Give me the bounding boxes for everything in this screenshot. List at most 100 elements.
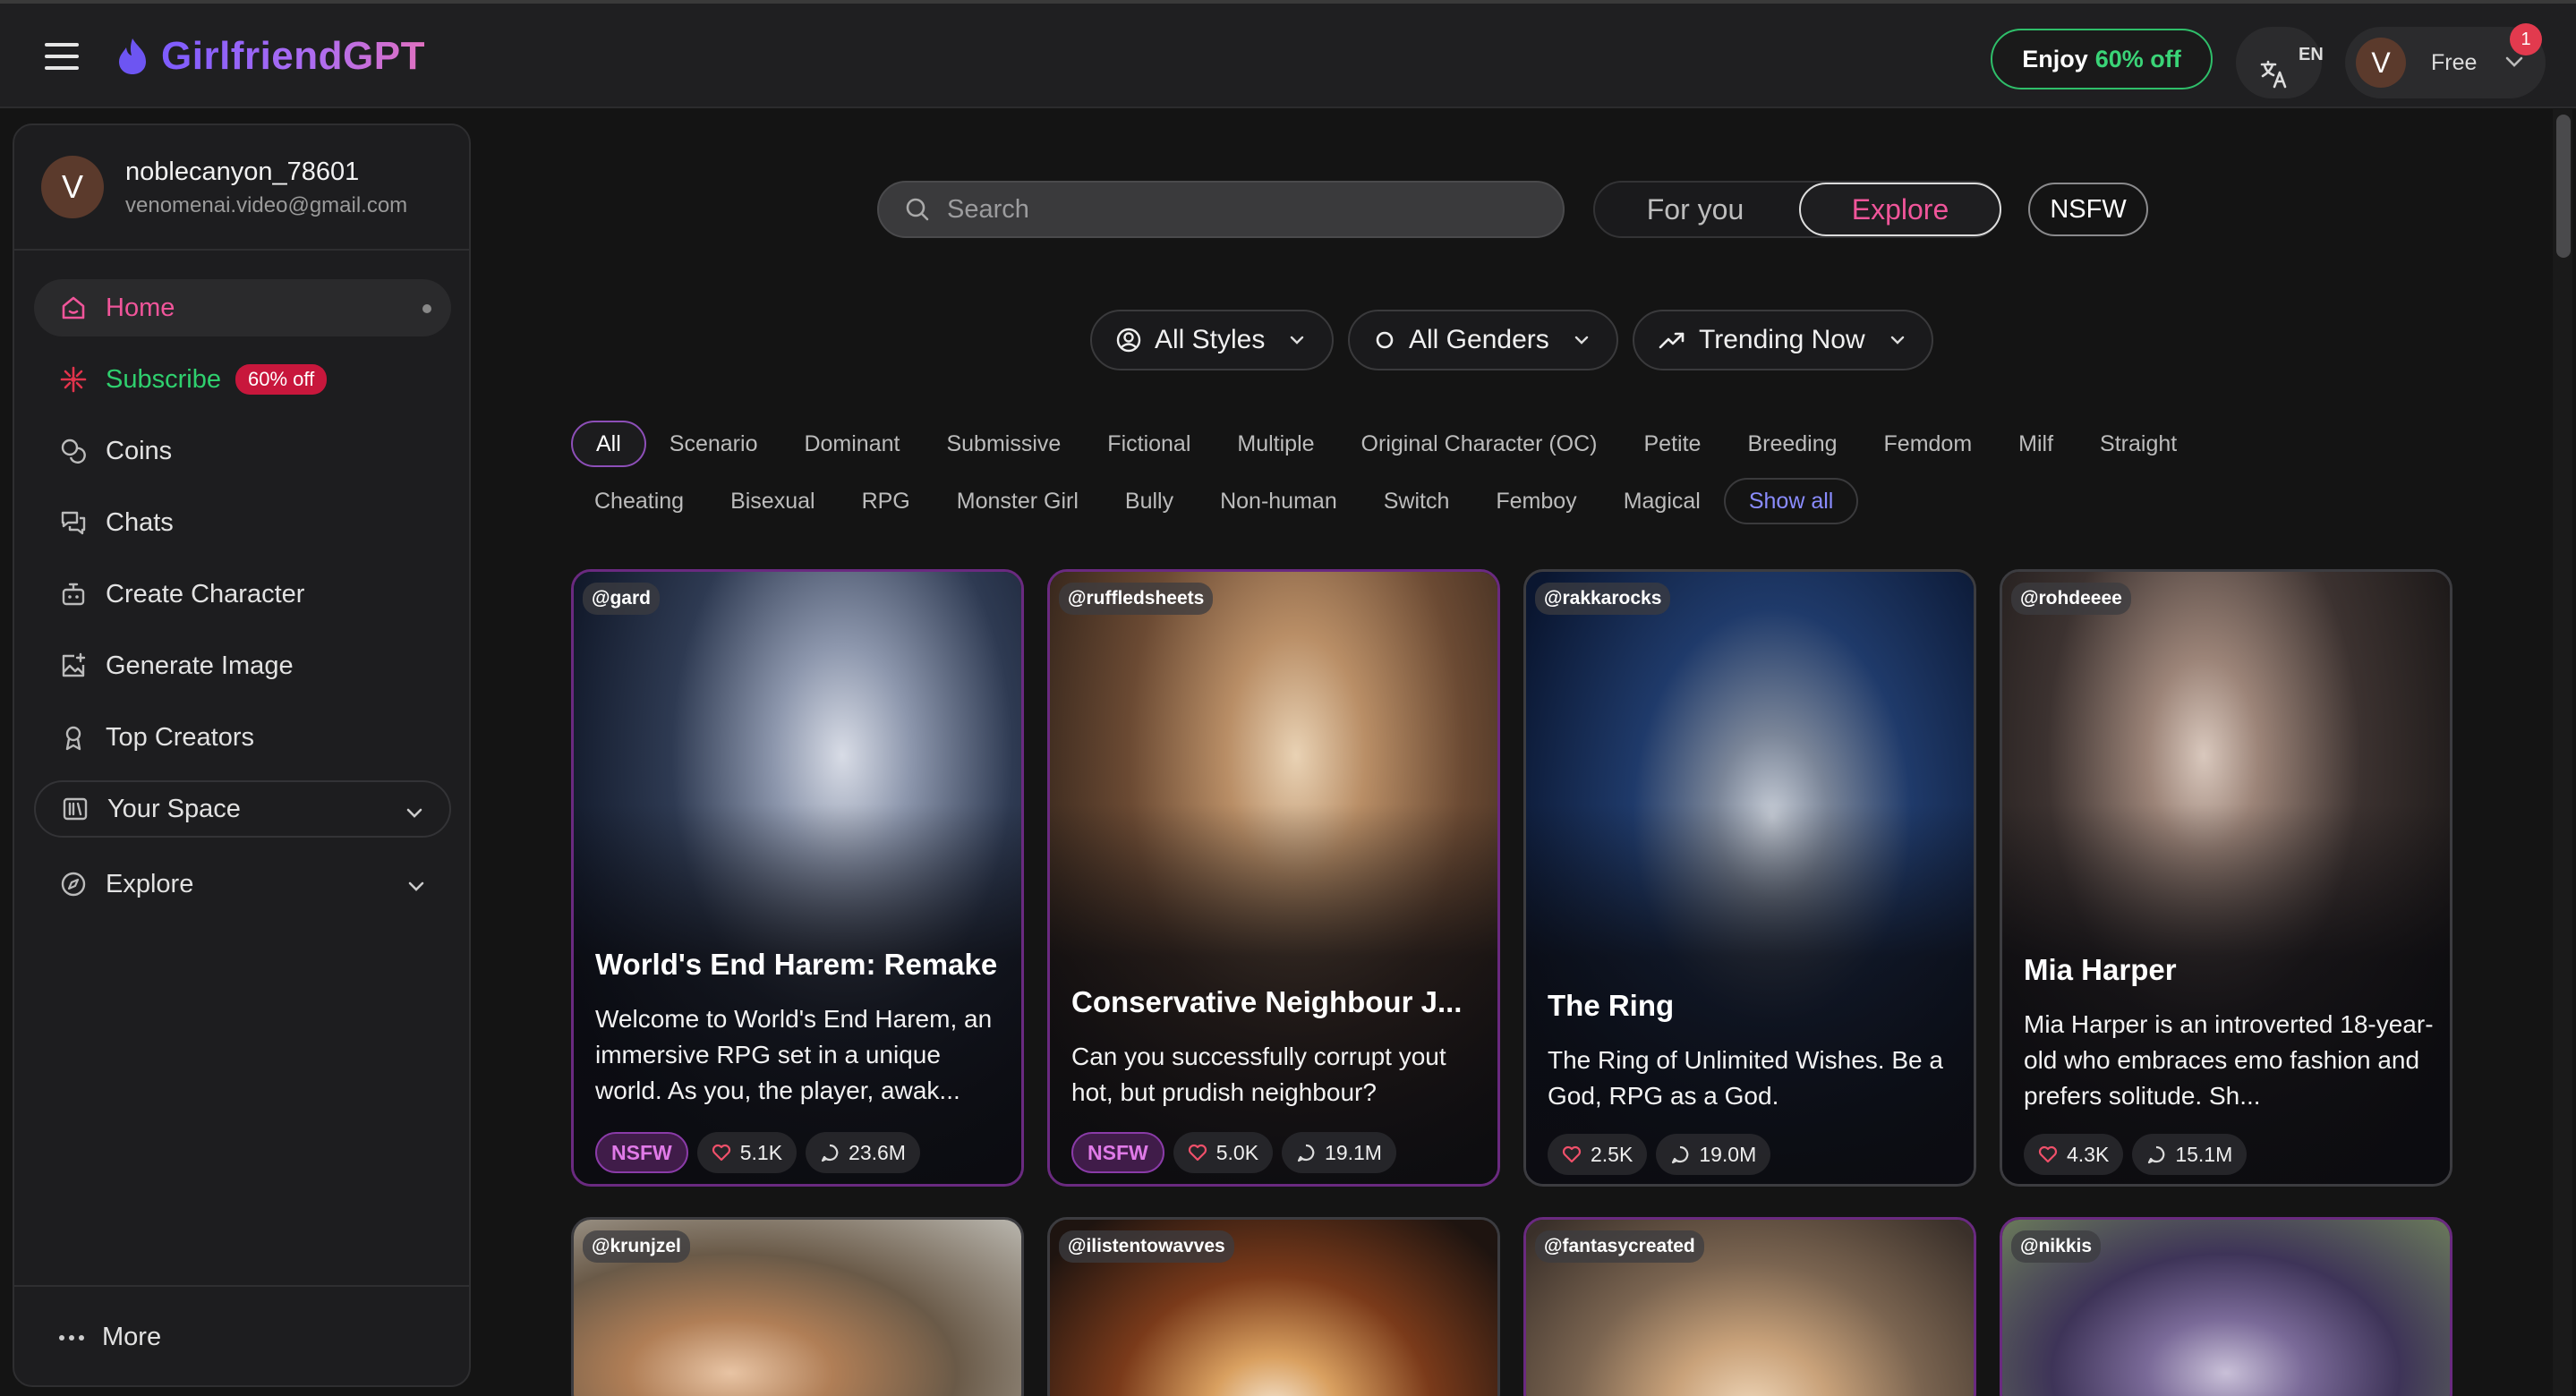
sidebar-item-coins[interactable]: Coins bbox=[34, 422, 451, 480]
character-card[interactable]: @fantasycreated bbox=[1523, 1217, 1976, 1396]
translate-icon bbox=[2260, 60, 2287, 89]
notification-badge[interactable]: 1 bbox=[2510, 23, 2542, 55]
sparkle-icon bbox=[60, 366, 87, 393]
card-description: The Ring of Unlimited Wishes. Be a God, … bbox=[1548, 1046, 1943, 1110]
image-plus-icon bbox=[62, 652, 86, 677]
character-card[interactable]: @gard World's End Harem: Remake Welcome … bbox=[571, 569, 1024, 1187]
tag-chip[interactable]: Magical bbox=[1600, 478, 1724, 524]
heart-icon bbox=[1188, 1144, 1207, 1162]
creator-handle[interactable]: @rakkarocks bbox=[1535, 583, 1671, 615]
sidebar-item-subscribe[interactable]: Subscribe 60% off bbox=[34, 351, 451, 408]
tag-chip[interactable]: Petite bbox=[1621, 421, 1725, 467]
character-card[interactable]: @nikkis bbox=[2000, 1217, 2452, 1396]
language-button[interactable]: EN bbox=[2236, 27, 2324, 98]
promo-button[interactable]: Enjoy 60% off bbox=[1991, 29, 2213, 89]
show-all-tags-button[interactable]: Show all bbox=[1723, 478, 1859, 524]
sidebar-item-label: Top Creators bbox=[106, 722, 255, 752]
scrollbar[interactable] bbox=[2553, 109, 2572, 1396]
chevron-down-icon bbox=[406, 808, 422, 818]
search-input[interactable] bbox=[947, 194, 1484, 225]
language-code: EN bbox=[2299, 45, 2324, 64]
character-card[interactable]: @krunjzel bbox=[571, 1217, 1024, 1396]
library-icon bbox=[63, 797, 88, 821]
chats-count: 19.1M bbox=[1282, 1132, 1396, 1173]
robot-icon bbox=[62, 583, 85, 606]
tag-chip[interactable]: Breeding bbox=[1724, 421, 1860, 467]
sidebar-item-top-creators[interactable]: Top Creators bbox=[34, 709, 451, 766]
sidebar-item-generate-image[interactable]: Generate Image bbox=[34, 637, 451, 694]
creator-handle[interactable]: @krunjzel bbox=[583, 1230, 690, 1263]
tag-chip[interactable]: Switch bbox=[1361, 478, 1473, 524]
card-description: Can you successfully corrupt yout hot, b… bbox=[1071, 1043, 1446, 1106]
sidebar-item-label: Your Space bbox=[107, 794, 241, 823]
tag-chip[interactable]: Femdom bbox=[1861, 421, 1996, 467]
top-bar: GirlfriendGPT Enjoy 60% off EN V Free 1 bbox=[0, 0, 2576, 108]
heart-icon bbox=[1562, 1145, 1582, 1163]
sidebar-item-chats[interactable]: Chats bbox=[34, 494, 451, 551]
tag-chip[interactable]: Submissive bbox=[923, 421, 1084, 467]
tag-chip[interactable]: Cheating bbox=[571, 478, 707, 524]
sidebar-item-home[interactable]: Home bbox=[34, 279, 451, 336]
nsfw-toggle-button[interactable]: NSFW bbox=[2028, 183, 2148, 236]
tag-chip[interactable]: Multiple bbox=[1214, 421, 1337, 467]
sidebar-item-your-space[interactable]: Your Space bbox=[34, 780, 451, 838]
character-card[interactable]: @rakkarocks The Ring The Ring of Unlimit… bbox=[1523, 569, 1976, 1187]
chevron-down-icon bbox=[408, 881, 424, 891]
tag-chip[interactable]: Monster Girl bbox=[934, 478, 1102, 524]
creator-handle[interactable]: @ruffledsheets bbox=[1059, 583, 1214, 615]
character-card[interactable]: @ruffledsheets Conservative Neighbour J.… bbox=[1047, 569, 1500, 1187]
tag-chip[interactable]: RPG bbox=[839, 478, 934, 524]
tag-chip[interactable]: Original Character (OC) bbox=[1338, 421, 1621, 467]
styles-dropdown[interactable]: All Styles bbox=[1090, 310, 1334, 370]
sort-dropdown[interactable]: Trending Now bbox=[1633, 310, 1933, 370]
creator-handle[interactable]: @fantasycreated bbox=[1535, 1230, 1704, 1263]
tag-row-1: All Scenario Dominant Submissive Fiction… bbox=[571, 421, 2200, 467]
likes-count: 4.3K bbox=[2024, 1134, 2124, 1175]
avatar: V bbox=[41, 156, 104, 218]
tab-explore[interactable]: Explore bbox=[1799, 183, 2001, 236]
sidebar: V noblecanyon_78601 venomenai.video@gmai… bbox=[13, 123, 471, 1387]
chats-icon bbox=[61, 511, 86, 535]
character-card[interactable]: @ilistentowavves bbox=[1047, 1217, 1500, 1396]
chat-bubble-icon bbox=[1297, 1144, 1315, 1162]
sidebar-item-explore[interactable]: Explore bbox=[34, 855, 451, 913]
brand-logo[interactable]: GirlfriendGPT bbox=[116, 34, 425, 79]
sidebar-item-create-character[interactable]: Create Character bbox=[34, 566, 451, 623]
avatar: V bbox=[2356, 38, 2406, 88]
likes-count: 2.5K bbox=[1548, 1134, 1648, 1175]
more-label: More bbox=[102, 1323, 162, 1351]
coins-icon bbox=[61, 438, 86, 464]
tag-chip[interactable]: Scenario bbox=[646, 421, 781, 467]
profile-username: noblecanyon_78601 bbox=[125, 157, 360, 186]
tag-chip[interactable]: Dominant bbox=[780, 421, 923, 467]
tag-chip[interactable]: Fictional bbox=[1084, 421, 1214, 467]
tag-chip[interactable]: Straight bbox=[2077, 421, 2200, 467]
card-title: The Ring bbox=[1548, 989, 1675, 1022]
circle-icon bbox=[1376, 331, 1394, 349]
tab-for-you[interactable]: For you bbox=[1595, 183, 1796, 236]
tag-chip[interactable]: Bully bbox=[1102, 478, 1197, 524]
genders-dropdown[interactable]: All Genders bbox=[1348, 310, 1618, 370]
chats-count: 23.6M bbox=[806, 1132, 920, 1173]
tag-chip[interactable]: Bisexual bbox=[707, 478, 839, 524]
creator-handle[interactable]: @nikkis bbox=[2011, 1230, 2102, 1263]
character-card[interactable]: @rohdeeee Mia Harper Mia Harper is an in… bbox=[2000, 569, 2452, 1187]
chevron-down-icon bbox=[1890, 336, 1904, 345]
tag-chip[interactable]: Milf bbox=[1995, 421, 2077, 467]
search-bar[interactable] bbox=[877, 181, 1565, 238]
creator-handle[interactable]: @ilistentowavves bbox=[1059, 1230, 1234, 1263]
brand-name: GirlfriendGPT bbox=[161, 34, 425, 78]
tag-chip[interactable]: Femboy bbox=[1472, 478, 1599, 524]
genders-label: All Genders bbox=[1409, 325, 1549, 354]
menu-icon[interactable] bbox=[45, 43, 79, 72]
tag-chip[interactable]: All bbox=[571, 421, 646, 467]
scrollbar-thumb[interactable] bbox=[2556, 115, 2571, 258]
more-button[interactable]: More bbox=[14, 1285, 469, 1387]
chat-bubble-icon bbox=[821, 1144, 839, 1162]
creator-handle[interactable]: @gard bbox=[583, 583, 660, 615]
sidebar-item-label: Explore bbox=[106, 869, 194, 898]
profile-card[interactable]: V noblecanyon_78601 venomenai.video@gmai… bbox=[14, 125, 469, 251]
tag-chip[interactable]: Non-human bbox=[1197, 478, 1361, 524]
creator-handle[interactable]: @rohdeeee bbox=[2011, 583, 2131, 615]
search-icon bbox=[906, 198, 929, 221]
